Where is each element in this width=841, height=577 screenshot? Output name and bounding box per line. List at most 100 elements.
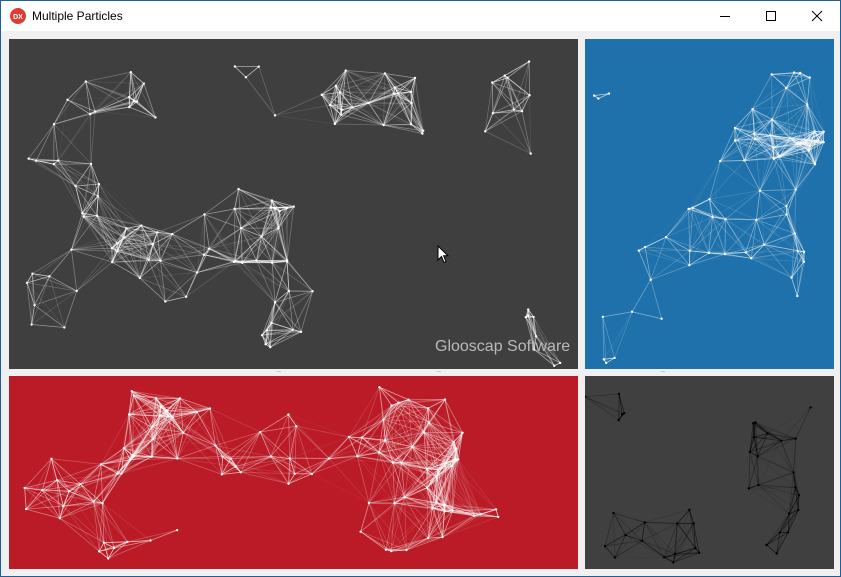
particle-dot	[435, 475, 438, 478]
particle-dot	[135, 100, 139, 103]
particle-dot	[131, 453, 134, 457]
particle-link	[650, 264, 690, 281]
particle-dot	[295, 424, 298, 428]
particle-dot	[270, 199, 274, 202]
particle-link	[614, 311, 633, 359]
particle-dot	[769, 134, 772, 137]
particle-link	[274, 94, 322, 116]
particle-dot	[203, 213, 206, 216]
particle-link	[204, 208, 235, 215]
particle-link	[528, 61, 530, 96]
maximize-button[interactable]	[748, 1, 794, 31]
particle-link	[67, 81, 87, 101]
particle-link	[521, 111, 532, 154]
particle-dot	[688, 249, 692, 252]
particle-link	[240, 227, 257, 261]
particle-panel-dark[interactable]	[585, 376, 834, 569]
particle-dot	[384, 548, 388, 551]
particle-dot	[793, 232, 796, 235]
particle-link	[444, 399, 447, 464]
particle-dot	[719, 159, 722, 163]
particle-link	[650, 250, 691, 281]
particle-dot	[770, 73, 773, 76]
particle-dot	[491, 81, 494, 84]
particle-dot	[431, 507, 434, 510]
particle-panel-main[interactable]: Glooscap Software	[9, 39, 578, 369]
close-button[interactable]	[794, 1, 840, 31]
particle-link	[230, 431, 261, 459]
particle-dot	[802, 250, 806, 254]
particle-dot	[233, 207, 236, 211]
minimize-icon	[720, 16, 730, 17]
particle-dot	[443, 503, 446, 507]
particle-link	[53, 124, 59, 161]
particle-link	[677, 523, 696, 549]
particle-link	[209, 408, 261, 433]
particle-dot	[273, 301, 277, 304]
particle-dot	[794, 486, 797, 489]
particle-dot	[526, 314, 530, 317]
particle-link	[274, 114, 335, 125]
app-logo-icon: DX	[10, 8, 26, 24]
particle-dot	[454, 447, 458, 450]
particle-dot	[107, 557, 110, 560]
particle-dot	[785, 86, 788, 90]
particle-dot	[436, 468, 440, 471]
particle-link	[107, 541, 128, 559]
splitter-tick	[661, 371, 665, 372]
particle-dot	[142, 82, 146, 85]
particle-dot	[287, 482, 290, 485]
particle-dot	[383, 72, 387, 75]
particle-dot	[612, 511, 615, 515]
particle-dot	[461, 431, 464, 434]
particle-dot	[257, 65, 260, 68]
particle-dot	[122, 446, 126, 450]
particle-dot	[397, 401, 400, 404]
particle-network-red	[23, 385, 500, 560]
particle-link	[791, 277, 798, 297]
particle-dot	[129, 71, 132, 74]
minimize-button[interactable]	[702, 1, 748, 31]
particle-dot	[82, 215, 85, 218]
particle-panel-red[interactable]	[9, 376, 578, 569]
particle-link	[53, 123, 92, 165]
particle-link	[752, 74, 773, 110]
particle-dot	[392, 92, 395, 95]
particle-dot	[454, 457, 457, 460]
particle-dot	[171, 232, 174, 236]
particle-link	[311, 473, 370, 504]
particle-dot	[524, 315, 528, 319]
particle-dot	[763, 243, 766, 246]
particle-link	[221, 456, 223, 475]
particle-dot	[410, 445, 414, 448]
particle-dot	[175, 528, 179, 532]
particle-dot	[70, 248, 73, 251]
particle-dot	[151, 437, 155, 441]
particle-link	[806, 77, 811, 105]
particle-dot	[779, 439, 783, 442]
particle-dot	[367, 501, 371, 505]
particle-dot	[67, 490, 71, 493]
particle-dot	[116, 242, 119, 245]
particle-dot	[785, 204, 788, 208]
particle-dot	[802, 260, 806, 263]
particle-link	[674, 509, 690, 555]
particle-link	[644, 509, 690, 523]
particle-dot	[390, 404, 393, 407]
particle-link	[35, 124, 55, 161]
particle-dot	[158, 414, 162, 417]
particle-dot	[338, 91, 342, 94]
particle-link	[85, 81, 144, 84]
particle-network-dark	[585, 392, 812, 564]
particle-link	[504, 75, 515, 110]
particle-dot	[234, 259, 237, 263]
particle-dot	[660, 317, 663, 320]
particle-link	[89, 114, 92, 164]
particle-dot	[287, 413, 290, 416]
particle-panel-blue[interactable]	[585, 39, 834, 369]
particle-link	[286, 261, 290, 291]
particle-dot	[620, 413, 624, 416]
particle-link	[631, 279, 652, 312]
title-bar[interactable]: DX Multiple Particles	[1, 1, 840, 31]
particle-dot	[92, 500, 95, 503]
